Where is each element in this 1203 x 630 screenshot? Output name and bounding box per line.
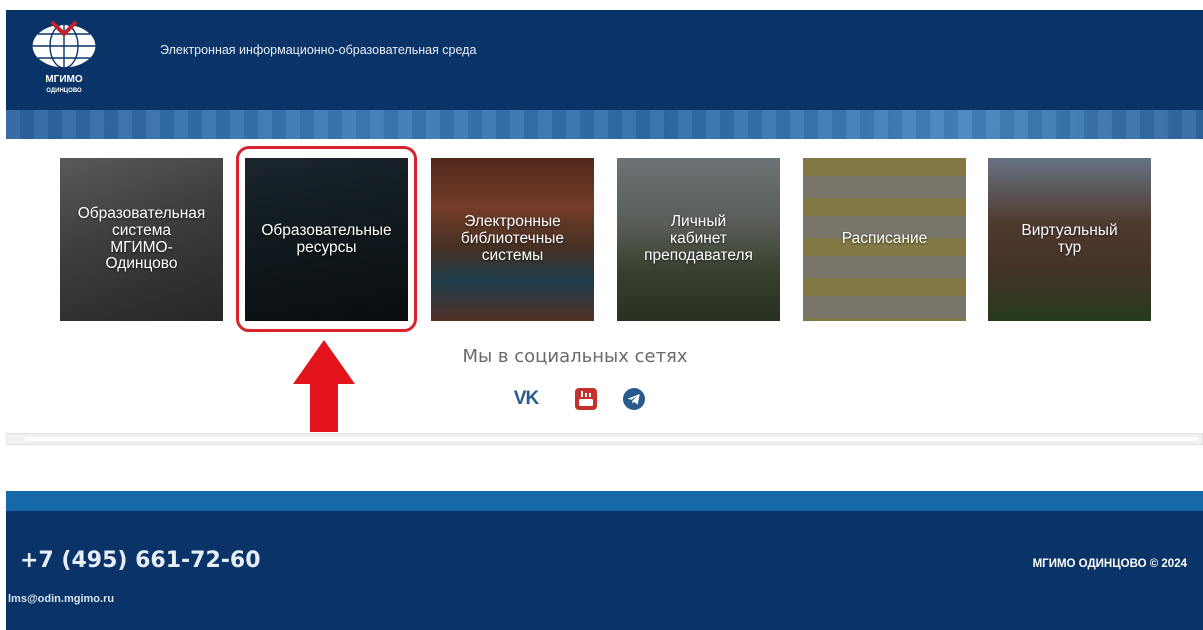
logo-text-bottom: ОДИНЦОВО bbox=[46, 88, 82, 94]
tile-label: Электронные библиотечные системы bbox=[460, 213, 565, 264]
tile-educational-system[interactable]: Образовательная система МГИМО- Одинцово bbox=[60, 158, 223, 321]
header-banner bbox=[6, 110, 1203, 139]
logo-text-top: МГИМО bbox=[45, 74, 83, 85]
tile-label: Образовательная система МГИМО- Одинцово bbox=[77, 205, 206, 273]
telegram-icon[interactable] bbox=[621, 387, 647, 411]
tile-label: Личный кабинет преподавателя bbox=[644, 213, 753, 264]
social-title: Мы в социальных сетях bbox=[462, 346, 688, 367]
footer-band bbox=[6, 491, 1203, 511]
site-header: МГИМО ОДИНЦОВО Электронная информационно… bbox=[6, 10, 1203, 110]
tile-library-systems[interactable]: Электронные библиотечные системы bbox=[431, 158, 594, 321]
vk-icon[interactable]: VK bbox=[513, 387, 539, 411]
tile-label: Виртуальный тур bbox=[1021, 221, 1118, 256]
youtube-icon-glyph bbox=[575, 388, 597, 410]
vk-icon-text: VK bbox=[513, 388, 539, 409]
clipped-heading-strip bbox=[0, 0, 1203, 10]
highlight-frame bbox=[236, 146, 417, 332]
tile-schedule[interactable]: Расписание bbox=[803, 158, 966, 321]
tile-teacher-cabinet[interactable]: Личный кабинет преподавателя bbox=[617, 158, 780, 321]
site-footer: +7 (495) 661-72-60 lms@odin.mgimo.ru МГИ… bbox=[6, 511, 1203, 630]
tile-virtual-tour[interactable]: Виртуальный тур bbox=[988, 158, 1151, 321]
divider bbox=[6, 433, 1203, 445]
footer-phone[interactable]: +7 (495) 661-72-60 bbox=[20, 548, 261, 573]
page: МГИМО ОДИНЦОВО Электронная информационно… bbox=[0, 0, 1203, 630]
telegram-icon-glyph bbox=[623, 388, 645, 410]
mgimo-logo[interactable]: МГИМО ОДИНЦОВО bbox=[28, 20, 100, 98]
youtube-icon[interactable] bbox=[573, 387, 599, 411]
header-title: Электронная информационно-образовательна… bbox=[160, 43, 477, 57]
footer-copyright: МГИМО ОДИНЦОВО © 2024 bbox=[1032, 558, 1187, 570]
footer-email[interactable]: lms@odin.mgimo.ru bbox=[8, 593, 114, 605]
tile-label: Расписание bbox=[841, 230, 928, 248]
